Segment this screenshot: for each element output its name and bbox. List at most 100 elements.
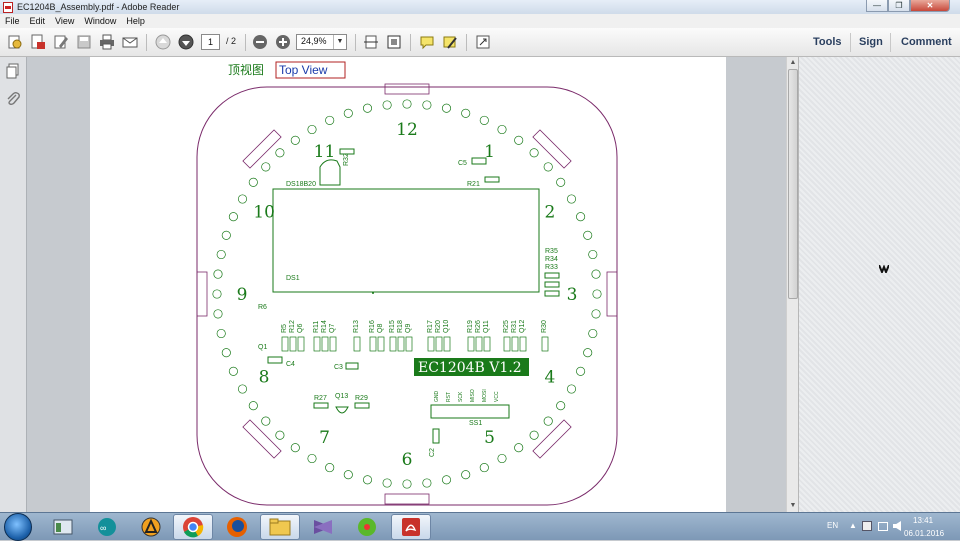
pdf-page: 顶视图 Top View 12 1 2 3 4 5 6 7 8 9 10 11 DS18B20 DS1…	[90, 57, 726, 512]
clock-date[interactable]: 06.01.2016	[904, 529, 944, 538]
highlight-icon[interactable]	[441, 33, 459, 51]
hour-label: 11	[314, 142, 336, 162]
led-footprint	[382, 100, 392, 110]
volume-icon[interactable]	[893, 521, 901, 531]
menu-view[interactable]: View	[50, 16, 79, 26]
led-footprint	[479, 463, 489, 473]
title-bar: EC1204B_Assembly.pdf - Adobe Reader — ❐ …	[0, 0, 960, 14]
menu-window[interactable]: Window	[79, 16, 121, 26]
scroll-thumb[interactable]	[788, 69, 798, 299]
hour-label: 8	[259, 368, 270, 388]
zoom-out-icon[interactable]	[251, 33, 269, 51]
scroll-up-icon[interactable]: ▲	[788, 58, 798, 68]
tools-button[interactable]: Tools	[813, 36, 842, 48]
taskbar-app-firefox[interactable]	[217, 514, 257, 540]
pin-label: VCC	[494, 391, 500, 402]
board-slot	[196, 271, 208, 317]
part-pad	[397, 336, 405, 352]
sign-button[interactable]: Sign	[859, 36, 883, 48]
create-pdf-icon[interactable]	[29, 33, 47, 51]
taskbar-app-sprint[interactable]	[131, 514, 171, 540]
part-pad	[475, 336, 483, 352]
led-footprint	[497, 453, 507, 464]
network-icon[interactable]	[878, 522, 888, 531]
comment-bubble-icon[interactable]	[418, 33, 436, 51]
chevron-down-icon[interactable]: ▼	[333, 35, 346, 49]
restore-button[interactable]: ❐	[888, 0, 910, 12]
minimize-button[interactable]: —	[866, 0, 888, 12]
arduino-icon: ∞	[98, 518, 116, 536]
taskbar-app-vs[interactable]	[303, 514, 343, 540]
hour-label: 7	[319, 428, 330, 448]
taskbar-app-icq[interactable]	[347, 514, 387, 540]
fit-width-icon[interactable]	[362, 33, 380, 51]
window-title: EC1204B_Assembly.pdf - Adobe Reader	[17, 2, 180, 12]
toolbar-divider	[890, 33, 891, 52]
print-icon[interactable]	[98, 33, 116, 51]
led-footprint	[479, 115, 489, 125]
zoom-in-icon[interactable]	[274, 33, 292, 51]
taskbar-app-arduino[interactable]: ∞	[87, 514, 127, 540]
hour-labels: 121234567891011	[237, 120, 578, 470]
menu-help[interactable]: Help	[121, 16, 150, 26]
part-label: R13	[353, 320, 360, 333]
led-footprint	[422, 100, 432, 110]
board-slot	[532, 129, 572, 169]
email-icon[interactable]	[121, 33, 139, 51]
close-button[interactable]: ✕	[910, 0, 950, 12]
comment-button[interactable]: Comment	[901, 36, 952, 48]
led-footprint	[216, 249, 226, 260]
led-footprint	[261, 416, 271, 426]
taskbar-app-chrome[interactable]	[173, 514, 213, 540]
view-title: Top View	[279, 63, 328, 77]
fit-page-icon[interactable]	[385, 33, 403, 51]
part-label: Q8	[377, 324, 384, 333]
page-thumbnails-icon[interactable]	[5, 63, 21, 79]
tools-pane	[798, 57, 960, 512]
led-footprint	[556, 177, 566, 187]
action-center-icon[interactable]	[862, 521, 872, 531]
zoom-select[interactable]: 24,9% ▼	[296, 34, 347, 50]
part-label: R12	[289, 320, 296, 333]
taskbar-app-folder[interactable]	[260, 514, 300, 540]
board-slot	[242, 419, 282, 459]
led-footprint	[362, 103, 373, 113]
menu-edit[interactable]: Edit	[25, 16, 51, 26]
led-footprint	[248, 401, 258, 411]
start-button[interactable]	[4, 513, 32, 541]
scroll-down-icon[interactable]: ▼	[788, 501, 798, 511]
page-number-input[interactable]: 1	[201, 34, 220, 50]
visual-studio-icon	[314, 520, 332, 534]
prev-page-icon[interactable]	[154, 33, 172, 51]
next-page-icon[interactable]	[177, 33, 195, 51]
hour-label: 6	[402, 450, 413, 470]
save-icon[interactable]	[75, 33, 93, 51]
led-footprint	[275, 430, 285, 440]
taskbar-app-explorer[interactable]	[43, 514, 83, 540]
led-footprint	[275, 148, 285, 158]
clock-time[interactable]: 13:41	[913, 516, 933, 525]
tray-expand-icon[interactable]: ▲	[849, 521, 857, 530]
led-footprint	[543, 162, 553, 172]
part-label: R19	[467, 320, 474, 333]
part-pad	[405, 336, 413, 352]
fullscreen-icon[interactable]	[474, 33, 492, 51]
attachments-icon[interactable]	[5, 91, 21, 107]
pdf-file-icon	[3, 1, 13, 13]
taskbar-app-adobe-reader[interactable]	[391, 514, 431, 540]
edit-icon[interactable]	[52, 33, 70, 51]
language-indicator[interactable]: EN	[827, 521, 838, 530]
part-pad	[297, 336, 305, 352]
led-footprint	[583, 230, 593, 240]
hour-label: 2	[544, 203, 555, 223]
icq-flower-icon	[358, 518, 376, 536]
menu-file[interactable]: File	[0, 16, 25, 26]
led-footprint	[228, 212, 238, 222]
open-icon[interactable]	[6, 33, 24, 51]
r27-pad	[313, 402, 329, 409]
led-footprint	[248, 177, 258, 187]
vertical-scrollbar[interactable]: ▲ ▼	[786, 57, 798, 512]
led-footprint	[402, 479, 412, 489]
part-pad	[321, 336, 329, 352]
led-footprint	[461, 108, 471, 118]
